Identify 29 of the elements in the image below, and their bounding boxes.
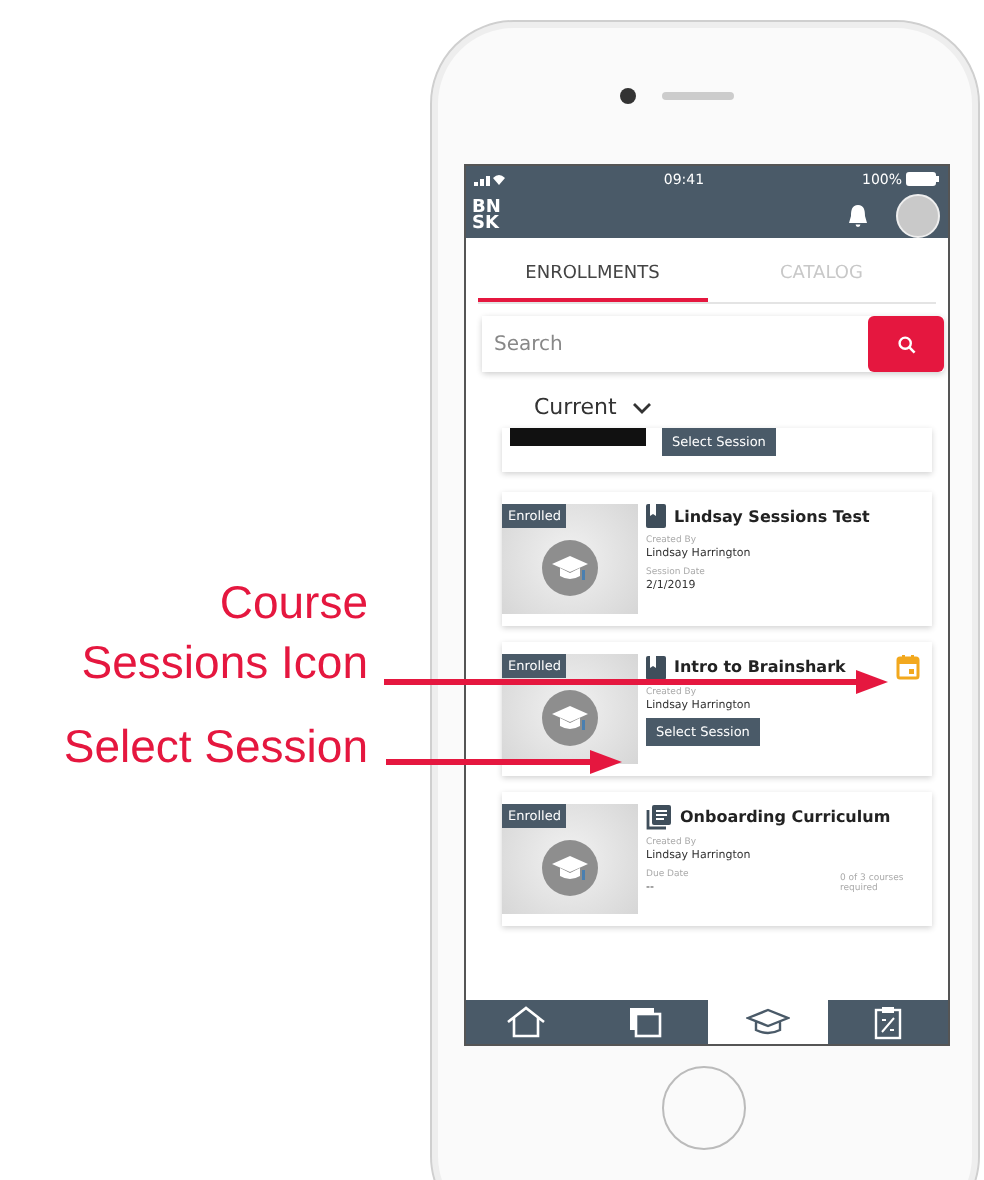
filter-dropdown[interactable]: Current (534, 390, 653, 424)
battery-icon (906, 172, 940, 186)
book-icon (646, 655, 666, 679)
bell-icon[interactable] (848, 203, 868, 227)
nav-tab[interactable] (707, 1000, 828, 1044)
logo[interactable]: BN SK (472, 199, 848, 231)
stacked-squares-icon (628, 1006, 665, 1038)
annotation-label: Select Session (63, 718, 368, 776)
course-title: Intro to Brainshark (674, 658, 848, 676)
graduation-cap-icon (542, 689, 598, 745)
home-icon (506, 1006, 547, 1038)
phone-speaker (662, 92, 734, 100)
course-title: Onboarding Curriculum (680, 808, 893, 826)
annotation-label: Course Sessions Icon (79, 574, 368, 692)
search-icon (897, 335, 915, 353)
photo-placeholder (510, 428, 646, 446)
graduation-cap-icon (542, 839, 598, 895)
search-button[interactable] (868, 316, 944, 372)
phone-camera (620, 88, 636, 104)
graduation-cap-icon (745, 1008, 790, 1036)
document-list-icon (646, 804, 672, 830)
tab[interactable]: ENROLLMENTS (478, 254, 707, 302)
graduation-cap-icon (542, 539, 598, 595)
clipboard-icon (873, 1005, 902, 1039)
chevron-down-icon (632, 401, 653, 413)
book-icon (646, 504, 666, 528)
course-title: Lindsay Sessions Test (674, 507, 872, 525)
avatar[interactable] (896, 193, 940, 237)
signal-icon (474, 172, 506, 186)
